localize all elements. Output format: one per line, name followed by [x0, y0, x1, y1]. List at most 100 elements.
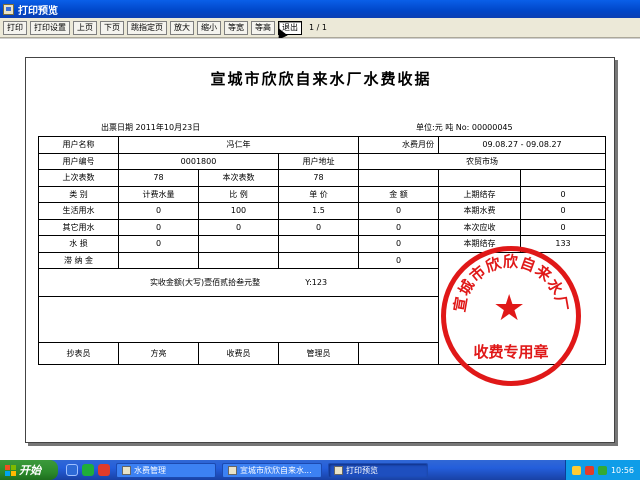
- receipt-title: 宣城市欣欣自来水厂水费收据: [210, 70, 432, 88]
- header-cell: 金 额: [358, 185, 440, 203]
- window-title: 打印预览: [18, 5, 58, 17]
- value-cell: 100: [198, 202, 279, 220]
- empty-cell: [520, 169, 607, 187]
- header-cell: 比 例: [198, 185, 279, 203]
- label-cell: 管理员: [277, 342, 360, 365]
- app-icon: [3, 3, 14, 15]
- value-cell: 冯仁年: [117, 136, 360, 154]
- value-cell: 0: [358, 218, 440, 236]
- table-row: 其它用水 0 0 0 0 本次应收 0: [38, 218, 607, 236]
- value-cell: 0: [358, 235, 440, 253]
- label-cell: 上期结存: [438, 185, 522, 203]
- label-cell: 其它用水: [38, 218, 119, 236]
- start-button[interactable]: 开始: [0, 460, 58, 480]
- taskbar-item-water-management[interactable]: 水费管理: [116, 462, 216, 478]
- tray-icon[interactable]: [597, 465, 607, 475]
- total-in-number: Y:123: [305, 278, 328, 287]
- value-cell: 方亮: [118, 342, 199, 365]
- value-cell: 1.5: [277, 202, 360, 220]
- value-cell: 0: [198, 218, 279, 236]
- total-cell: 实收金额(大写)壹佰贰拾叁元整 Y:123: [37, 268, 440, 297]
- header-cell: 计费水量: [118, 185, 199, 203]
- toolbar: 打印 打印设置 上页 下页 跳指定页 放大 缩小 等宽 等高 退出 1 / 1: [0, 18, 640, 38]
- header-cell: 单 价: [277, 185, 360, 203]
- empty-cell: [358, 342, 440, 365]
- media-icon[interactable]: [98, 464, 110, 476]
- value-cell: 0: [358, 251, 440, 269]
- table-row: 类 别 计费水量 比 例 单 价 金 额 上期结存 0: [38, 185, 607, 203]
- next-page-button[interactable]: 下页: [100, 20, 124, 35]
- label-cell: 滞 纳 金: [38, 251, 119, 269]
- label-cell: 用户地址: [277, 152, 360, 170]
- empty-cell: [118, 251, 199, 269]
- print-settings-button[interactable]: 打印设置: [30, 20, 70, 35]
- star-icon: ★: [493, 288, 526, 329]
- table-row: 生活用水 0 100 1.5 0 本期水费 0: [38, 202, 607, 220]
- issue-date: 出票日期 2011年10月23日: [101, 123, 201, 132]
- empty-cell: [277, 251, 360, 269]
- label-cell: 用户编号: [38, 152, 119, 170]
- total-in-words: 实收金额(大写)壹佰贰拾叁元整: [149, 278, 261, 287]
- quick-launch: [66, 464, 110, 476]
- app-icon: [334, 465, 343, 475]
- windows-logo-icon: [5, 464, 16, 476]
- folder-icon: [122, 465, 131, 475]
- value-cell: 0: [520, 218, 607, 236]
- chat-icon[interactable]: [82, 464, 94, 476]
- tray-icon[interactable]: [571, 465, 581, 475]
- value-cell: 0: [520, 185, 607, 203]
- label-cell: 抄表员: [38, 342, 119, 365]
- clock[interactable]: 10:56: [611, 466, 634, 475]
- value-cell: 78: [277, 169, 360, 187]
- table-row: 用户编号 0001800 用户地址 农贸市场: [38, 152, 607, 170]
- value-cell: 0: [277, 218, 360, 236]
- prev-page-button[interactable]: 上页: [73, 20, 97, 35]
- value-cell: 农贸市场: [358, 152, 607, 170]
- print-button[interactable]: 打印: [3, 20, 27, 35]
- taskbar-item-print-preview[interactable]: 打印预览: [328, 462, 428, 478]
- task-label: 宣城市欣欣自来水...: [240, 465, 312, 475]
- fit-width-button[interactable]: 等宽: [224, 20, 248, 35]
- fit-height-button[interactable]: 等高: [251, 20, 275, 35]
- value-cell: 0: [118, 218, 199, 236]
- label-cell: 本期水费: [438, 202, 522, 220]
- empty-cell: [358, 169, 440, 187]
- taskbar-item-water-app[interactable]: 宣城市欣欣自来水...: [222, 462, 322, 478]
- zoom-out-button[interactable]: 缩小: [197, 20, 221, 35]
- value-cell: 0: [118, 202, 199, 220]
- label-cell: 本次应收: [438, 218, 522, 236]
- label-cell: 用户名称: [38, 136, 119, 154]
- empty-cell: [438, 169, 522, 187]
- label-cell: 收费员: [198, 342, 279, 365]
- start-label: 开始: [19, 464, 41, 477]
- receipt-page: 宣城市欣欣自来水厂水费收据 出票日期 2011年10月23日 单位:元 吨 No…: [25, 57, 615, 443]
- empty-cell: [277, 235, 360, 253]
- label-cell: 水 损: [38, 235, 119, 253]
- seal-bottom-text: 收费专用章: [473, 343, 549, 361]
- tray-icon[interactable]: [584, 465, 594, 475]
- window-titlebar[interactable]: 打印预览: [0, 0, 640, 18]
- label-cell: 本次表数: [198, 169, 279, 187]
- zoom-in-button[interactable]: 放大: [170, 20, 194, 35]
- blank-cell: [37, 296, 440, 343]
- label-cell: 生活用水: [38, 202, 119, 220]
- goto-page-button[interactable]: 跳指定页: [127, 20, 167, 35]
- taskbar: 开始 水费管理 宣城市欣欣自来水... 打印预览 10:56: [0, 460, 640, 480]
- official-seal: 宣城市欣欣自来水厂 ★ 收费专用章: [441, 246, 581, 386]
- empty-cell: [198, 251, 279, 269]
- app-icon: [228, 465, 237, 475]
- label-cell: 水费月份: [358, 136, 440, 154]
- value-cell: 0001800: [118, 152, 279, 170]
- value-cell: 78: [118, 169, 199, 187]
- unit-and-number: 单位:元 吨 No: 00000045: [416, 123, 513, 132]
- task-label: 打印预览: [346, 465, 378, 475]
- preview-viewport[interactable]: 宣城市欣欣自来水厂水费收据 出票日期 2011年10月23日 单位:元 吨 No…: [0, 38, 640, 460]
- system-tray: 10:56: [564, 460, 640, 480]
- table-row: 上次表数 78 本次表数 78: [38, 169, 607, 187]
- header-cell: 类 别: [38, 185, 119, 203]
- label-cell: 上次表数: [38, 169, 119, 187]
- value-cell: 0: [358, 202, 440, 220]
- value-cell: 09.08.27 - 09.08.27: [438, 136, 607, 154]
- table-row: 用户名称 冯仁年 水费月份 09.08.27 - 09.08.27: [38, 136, 607, 154]
- ie-icon[interactable]: [66, 464, 78, 476]
